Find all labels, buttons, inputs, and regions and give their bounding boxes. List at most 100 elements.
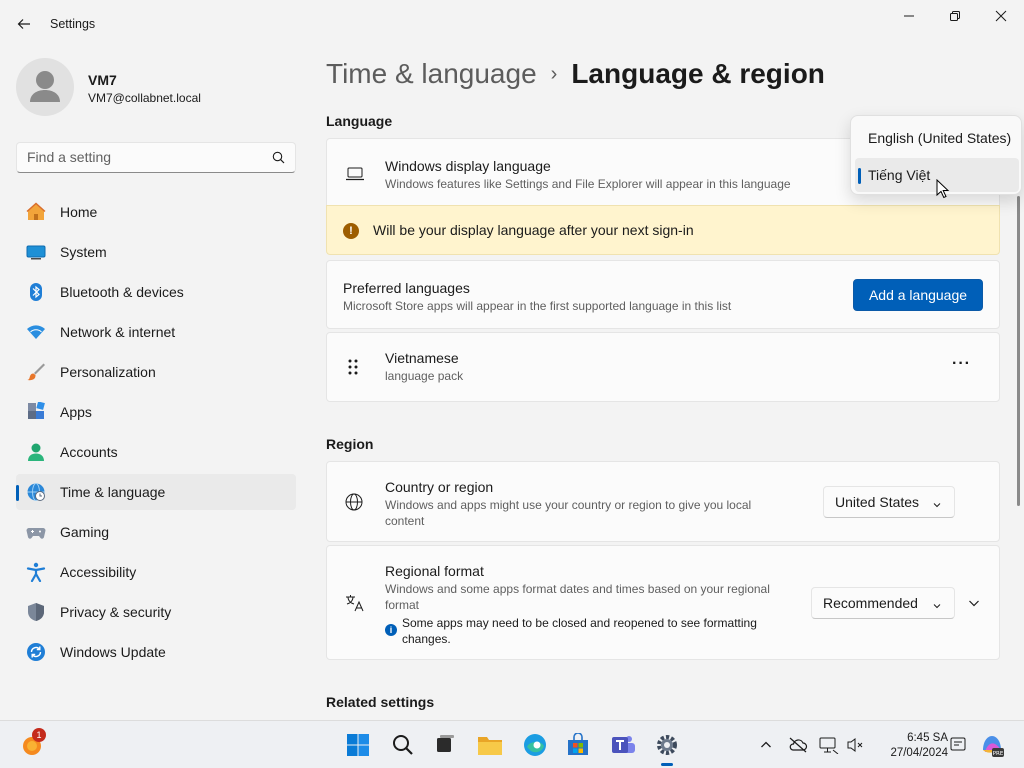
info-icon: i xyxy=(385,624,397,636)
flyout-option-english[interactable]: English (United States) xyxy=(855,121,1019,155)
sidebar-item-label: Personalization xyxy=(60,364,156,380)
sidebar-item-privacy[interactable]: Privacy & security xyxy=(16,594,296,630)
profile-name: VM7 xyxy=(88,72,117,88)
sidebar-item-home[interactable]: Home xyxy=(16,194,296,230)
display-language-title: Windows display language xyxy=(385,158,551,174)
sidebar-item-accessibility[interactable]: Accessibility xyxy=(16,554,296,590)
update-icon xyxy=(26,642,46,662)
file-explorer-button[interactable] xyxy=(474,729,506,761)
shield-icon xyxy=(26,602,46,622)
sidebar-item-network[interactable]: Network & internet xyxy=(16,314,296,350)
notification-icon xyxy=(950,737,966,751)
breadcrumb-parent[interactable]: Time & language xyxy=(326,58,537,89)
settings-taskbar-button[interactable] xyxy=(651,729,683,766)
chevron-down-icon xyxy=(932,497,942,513)
app-title: Settings xyxy=(50,17,96,31)
store-button[interactable] xyxy=(562,729,594,761)
back-button[interactable] xyxy=(10,10,38,38)
search-icon xyxy=(393,735,413,755)
restore-icon xyxy=(950,11,960,21)
gear-icon xyxy=(657,735,677,755)
country-region-title: Country or region xyxy=(385,479,494,495)
regional-format-title: Regional format xyxy=(385,563,484,579)
show-hidden-icons-button[interactable] xyxy=(750,729,782,761)
sidebar-item-personalization[interactable]: Personalization xyxy=(16,354,296,390)
accounts-icon xyxy=(26,442,46,462)
taskbar-search-button[interactable] xyxy=(387,729,419,761)
globe-icon xyxy=(345,493,363,514)
store-icon xyxy=(568,733,588,755)
clock-date: 27/04/2024 xyxy=(890,747,948,759)
sidebar-item-time-language[interactable]: Time & language xyxy=(16,474,296,510)
sidebar-item-label: Accessibility xyxy=(60,564,137,580)
breadcrumb: Time & language › Language & region xyxy=(326,58,825,90)
chevron-down-icon xyxy=(932,598,942,614)
country-dropdown-value: United States xyxy=(835,494,920,510)
sidebar-item-accounts[interactable]: Accounts xyxy=(16,434,296,470)
restore-button[interactable] xyxy=(932,0,978,32)
teams-button[interactable] xyxy=(607,729,639,761)
breadcrumb-separator: › xyxy=(550,63,558,85)
scrollbar[interactable] xyxy=(1017,196,1020,506)
personalization-icon xyxy=(26,362,46,382)
regional-format-info: Some apps may need to be closed and reop… xyxy=(402,616,757,646)
close-button[interactable] xyxy=(978,0,1024,32)
search-box[interactable] xyxy=(16,142,296,173)
language-list-item[interactable]: Vietnamese language pack ··· xyxy=(326,332,1000,402)
sidebar-item-label: Home xyxy=(60,204,98,220)
minimize-icon xyxy=(904,15,914,17)
notification-center-button[interactable] xyxy=(942,729,974,761)
language-name: Vietnamese xyxy=(385,350,459,366)
task-view-button[interactable] xyxy=(428,729,460,761)
teams-icon xyxy=(612,736,635,753)
start-button[interactable] xyxy=(342,729,374,761)
more-options-button[interactable]: ··· xyxy=(952,355,971,373)
bluetooth-icon xyxy=(26,282,46,302)
language-subtitle: language pack xyxy=(385,369,464,383)
regional-format-card: Regional format Windows and some apps fo… xyxy=(326,545,1000,660)
sidebar-item-label: Bluetooth & devices xyxy=(60,284,184,300)
user-profile[interactable]: VM7 VM7@collabnet.local xyxy=(16,58,296,118)
copilot-icon: PRE xyxy=(983,736,1004,757)
clock[interactable]: 6:45 SA 27/04/2024 xyxy=(868,731,948,761)
sidebar-item-windows-update[interactable]: Windows Update xyxy=(16,634,296,670)
minimize-button[interactable] xyxy=(886,0,932,32)
regional-format-dropdown[interactable]: Recommended xyxy=(811,587,955,619)
page-title: Language & region xyxy=(571,58,825,89)
regional-format-value: Recommended xyxy=(823,595,918,611)
sidebar-item-label: Apps xyxy=(60,404,92,420)
svg-text:PRE: PRE xyxy=(993,751,1004,757)
search-input[interactable] xyxy=(27,149,262,165)
sidebar-item-system[interactable]: System xyxy=(16,234,296,270)
sidebar-item-label: Privacy & security xyxy=(60,604,172,620)
copilot-button[interactable]: PRE xyxy=(976,729,1008,761)
sidebar-item-label: System xyxy=(60,244,107,260)
edge-button[interactable] xyxy=(519,729,551,761)
title-bar: Settings xyxy=(0,0,1024,48)
network-icon xyxy=(26,322,46,342)
drag-handle-icon[interactable] xyxy=(347,358,359,379)
add-language-button[interactable]: Add a language xyxy=(853,279,983,311)
accessibility-icon xyxy=(26,562,46,582)
folder-icon xyxy=(478,737,502,755)
country-dropdown[interactable]: United States xyxy=(823,486,955,518)
sidebar-item-label: Time & language xyxy=(60,484,166,500)
arrow-left-icon xyxy=(17,19,30,29)
edge-icon xyxy=(524,734,546,756)
preferred-languages-card: Preferred languages Microsoft Store apps… xyxy=(326,260,1000,329)
profile-email: VM7@collabnet.local xyxy=(88,91,201,105)
warning-icon: ! xyxy=(343,223,359,239)
mouse-cursor-icon xyxy=(936,179,950,199)
avatar xyxy=(16,58,74,116)
onedrive-button[interactable] xyxy=(782,729,814,761)
regional-format-subtitle: Windows and some apps format dates and t… xyxy=(385,582,770,612)
sidebar-item-label: Windows Update xyxy=(60,644,166,660)
expand-chevron-icon[interactable] xyxy=(967,596,981,613)
sidebar-item-gaming[interactable]: Gaming xyxy=(16,514,296,550)
chevron-up-icon xyxy=(761,741,771,748)
sidebar-item-label: Network & internet xyxy=(60,324,176,340)
sidebar-item-apps[interactable]: Apps xyxy=(16,394,296,430)
section-title-region: Region xyxy=(326,436,374,452)
sidebar-item-bluetooth[interactable]: Bluetooth & devices xyxy=(16,274,296,310)
volume-button[interactable] xyxy=(839,729,871,761)
